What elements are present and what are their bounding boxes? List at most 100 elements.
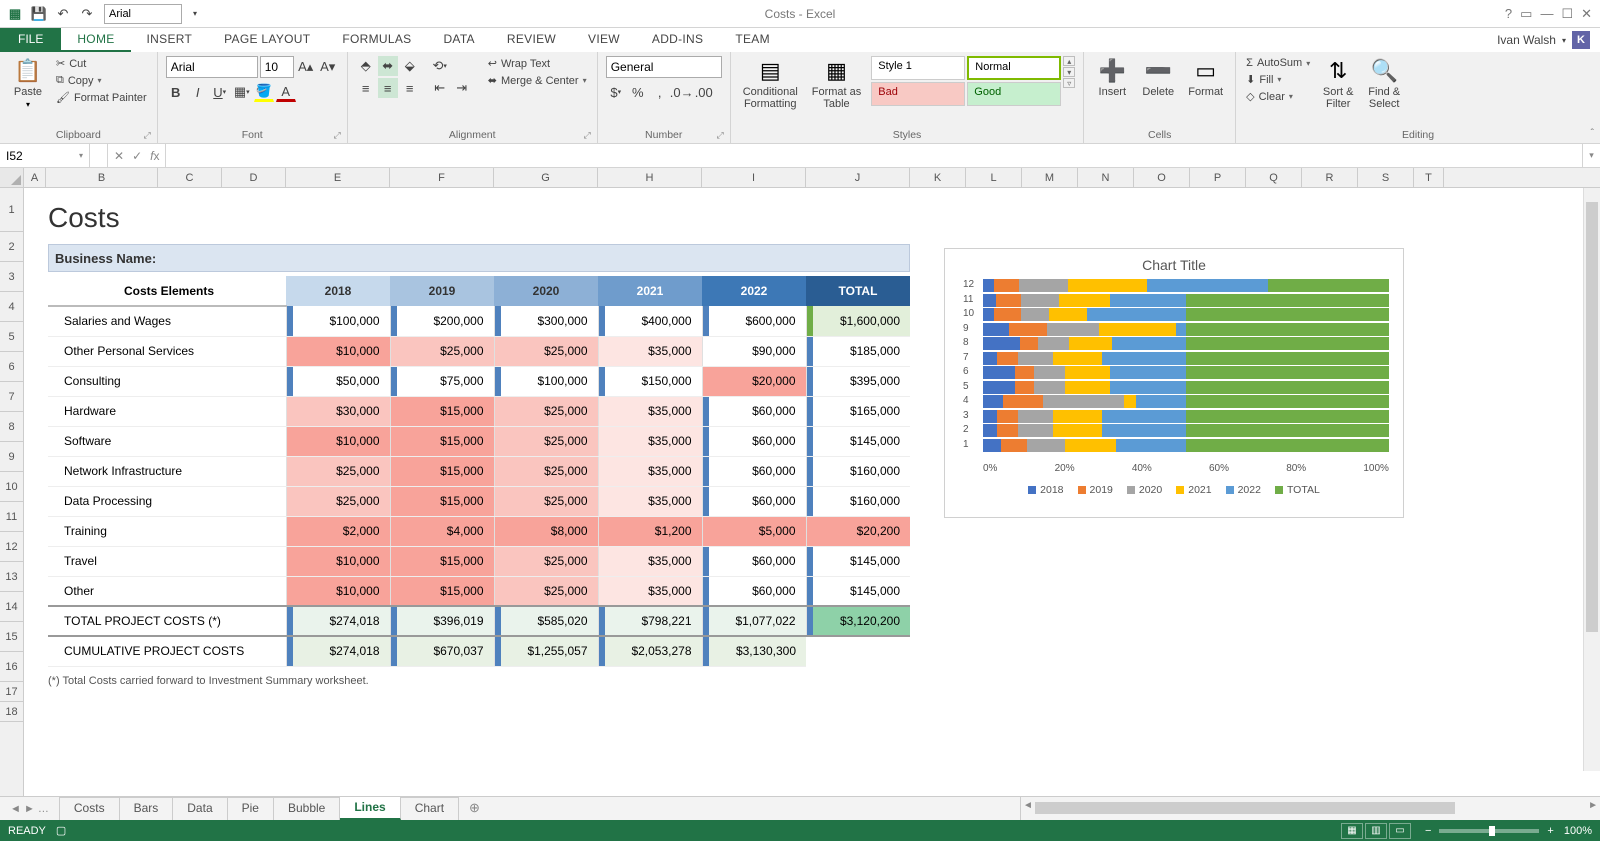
row-header[interactable]: 5 [0,322,23,352]
redo-icon[interactable]: ↷ [76,3,98,25]
value-cell[interactable]: $90,000 [702,336,806,366]
number-format-select[interactable] [606,56,722,78]
comma-icon[interactable]: , [650,82,670,102]
value-cell[interactable]: $274,018 [286,636,390,666]
value-cell[interactable]: $60,000 [702,546,806,576]
column-header[interactable]: P [1190,168,1246,187]
accept-formula-icon[interactable]: ✓ [132,149,142,163]
column-header[interactable]: I [702,168,806,187]
row-label[interactable]: Training [48,516,286,546]
delete-cells-button[interactable]: ➖Delete [1138,56,1178,100]
value-cell[interactable]: $25,000 [494,456,598,486]
format-cells-button[interactable]: ▭Format [1184,56,1227,100]
fill-color-icon[interactable]: 🪣 [254,82,274,102]
style-style1[interactable]: Style 1 [871,56,965,80]
accounting-format-icon[interactable]: $▾ [606,82,626,102]
row-header[interactable]: 2 [0,232,23,262]
value-cell[interactable]: $165,000 [806,396,910,426]
value-cell[interactable]: $35,000 [598,396,702,426]
value-cell[interactable]: $60,000 [702,426,806,456]
row-header[interactable]: 13 [0,562,23,592]
row-header[interactable]: 12 [0,532,23,562]
value-cell[interactable]: $10,000 [286,426,390,456]
align-center-icon[interactable]: ≡ [378,78,398,98]
undo-icon[interactable]: ↶ [52,3,74,25]
column-header[interactable]: G [494,168,598,187]
value-cell[interactable]: $160,000 [806,456,910,486]
tab-page-layout[interactable]: PAGE LAYOUT [208,28,326,52]
copy-button[interactable]: ⧉ Copy ▾ [54,73,149,88]
page-break-view-icon[interactable]: ▭ [1389,823,1411,839]
expand-formula-bar-icon[interactable]: ▾ [1582,144,1600,167]
column-header[interactable]: R [1302,168,1358,187]
value-cell[interactable]: $150,000 [598,366,702,396]
collapse-ribbon-icon[interactable]: ˆ [1591,128,1594,139]
sheet-tab[interactable]: Bars [120,797,174,820]
decrease-decimal-icon[interactable]: .00 [694,82,714,102]
ribbon-display-icon[interactable]: ▭ [1520,6,1532,22]
value-cell[interactable]: $1,255,057 [494,636,598,666]
value-cell[interactable]: $50,000 [286,366,390,396]
value-cell[interactable]: $4,000 [390,516,494,546]
sheet-tab[interactable]: Chart [401,797,459,820]
value-cell[interactable]: $145,000 [806,546,910,576]
wrap-text-button[interactable]: ↩ Wrap Text [486,56,589,71]
row-header[interactable]: 15 [0,622,23,652]
font-size-select[interactable] [260,56,294,78]
sheet-tab[interactable]: Lines [340,797,400,820]
column-header[interactable]: C [158,168,222,187]
row-header[interactable]: 14 [0,592,23,622]
qat-font-select[interactable] [104,4,182,24]
sheet-nav-buttons[interactable]: ◄ ► … [0,797,60,820]
insert-cells-button[interactable]: ➕Insert [1092,56,1132,100]
value-cell[interactable]: $145,000 [806,576,910,606]
row-header[interactable]: 18 [0,702,23,722]
row-header[interactable]: 10 [0,472,23,502]
sheet-tab[interactable]: Bubble [274,797,340,820]
cancel-formula-icon[interactable]: ✕ [114,149,124,163]
value-cell[interactable]: $274,018 [286,606,390,636]
value-cell[interactable]: $3,130,300 [702,636,806,666]
value-cell[interactable]: $10,000 [286,546,390,576]
row-label[interactable]: Salaries and Wages [48,306,286,336]
column-header[interactable]: T [1414,168,1444,187]
value-cell[interactable]: $25,000 [494,396,598,426]
select-all-button[interactable] [0,168,24,187]
value-cell[interactable]: $2,000 [286,516,390,546]
format-painter-button[interactable]: 🖌 Format Painter [54,90,149,105]
value-cell[interactable]: $160,000 [806,486,910,516]
value-cell[interactable]: $145,000 [806,426,910,456]
align-middle-icon[interactable]: ⬌ [378,56,398,76]
value-cell[interactable]: $300,000 [494,306,598,336]
sheet-tab[interactable]: Costs [60,797,120,820]
value-cell[interactable]: $15,000 [390,546,494,576]
value-cell[interactable]: $25,000 [494,336,598,366]
value-cell[interactable]: $60,000 [702,396,806,426]
value-cell[interactable]: $670,037 [390,636,494,666]
value-cell[interactable]: $100,000 [286,306,390,336]
column-header[interactable]: L [966,168,1022,187]
cut-button[interactable]: ✂ Cut [54,56,149,71]
paste-button[interactable]: 📋 Paste ▾ [8,56,48,111]
value-cell[interactable]: $15,000 [390,426,494,456]
underline-icon[interactable]: U▾ [210,82,230,102]
value-cell[interactable]: $25,000 [286,456,390,486]
row-header[interactable]: 8 [0,412,23,442]
column-header[interactable]: M [1022,168,1078,187]
value-cell[interactable]: $20,200 [806,516,910,546]
row-header[interactable]: 11 [0,502,23,532]
zoom-out-icon[interactable]: − [1425,825,1431,837]
grow-font-icon[interactable]: A▴ [296,57,316,77]
value-cell[interactable]: $60,000 [702,576,806,606]
dialog-launcher-icon[interactable]: ⤢ [584,130,591,141]
style-bad[interactable]: Bad [871,82,965,106]
fill-button[interactable]: ⬇ Fill ▾ [1244,72,1312,87]
qat-customize-caret[interactable]: ▾ [184,3,206,25]
fx-icon[interactable]: fx [150,149,159,163]
tab-review[interactable]: REVIEW [491,28,572,52]
row-label[interactable]: Software [48,426,286,456]
dialog-launcher-icon[interactable]: ⤢ [144,130,151,141]
orientation-icon[interactable]: ⟲▾ [430,56,450,76]
column-header[interactable]: E [286,168,390,187]
cell-grid[interactable]: Costs Business Name: Costs Elements20182… [24,188,1600,796]
